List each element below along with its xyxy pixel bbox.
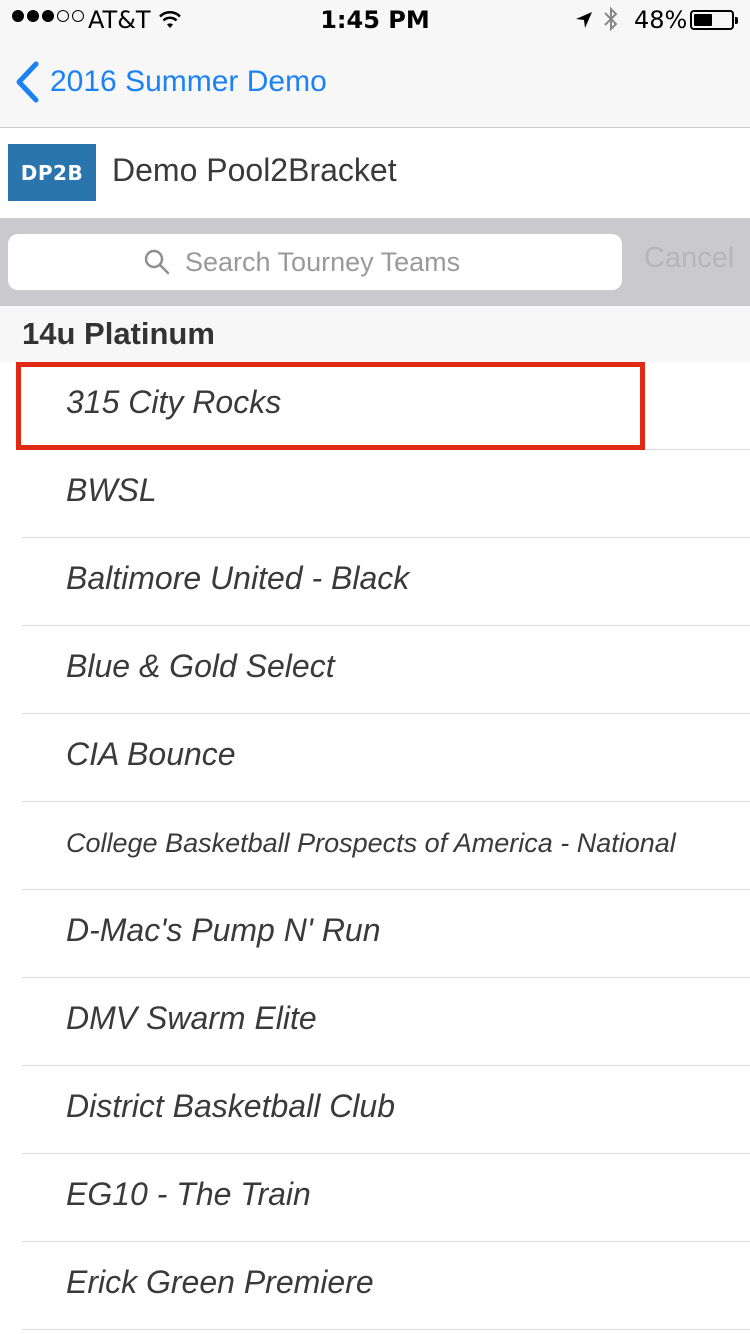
list-item[interactable]: Erick Green Premiere [0,1242,750,1330]
team-name: DMV Swarm Elite [66,1000,317,1036]
cancel-button[interactable]: Cancel [644,242,734,275]
app-title: Demo Pool2Bracket [112,152,397,188]
chevron-left-icon [16,61,39,103]
team-name: 315 City Rocks [66,384,282,420]
bluetooth-icon [603,5,619,39]
list-item[interactable]: District Basketball Club [0,1066,750,1154]
location-arrow-icon [574,8,594,36]
list-item[interactable]: Blue & Gold Select [0,626,750,714]
team-name: District Basketball Club [66,1088,395,1124]
team-name: CIA Bounce [66,736,236,772]
search-field[interactable] [8,234,622,290]
navigation-bar: 2016 Summer Demo [0,40,750,128]
list-item[interactable]: EG10 - The Train [0,1154,750,1242]
list-item[interactable]: DMV Swarm Elite [0,978,750,1066]
list-item[interactable]: CIA Bounce [0,714,750,802]
section-title: 14u Platinum [22,316,215,351]
team-name: BWSL [66,472,157,508]
search-input[interactable] [183,245,487,279]
team-name: Blue & Gold Select [66,648,335,684]
status-bar: AT&T 1:45 PM 48% [0,0,750,40]
team-list: 315 City Rocks BWSL Baltimore United - B… [0,362,750,1330]
team-name: Baltimore United - Black [66,560,410,596]
search-bar: Cancel [0,218,750,306]
list-item[interactable]: 315 City Rocks [0,362,750,450]
list-item[interactable]: D-Mac's Pump N' Run [0,890,750,978]
back-button[interactable]: 2016 Summer Demo [14,60,327,104]
app-logo: DP2B [8,144,96,201]
list-item[interactable]: BWSL [0,450,750,538]
team-name: College Basketball Prospects of America … [66,828,676,858]
team-name: Erick Green Premiere [66,1264,374,1300]
team-name: D-Mac's Pump N' Run [66,912,381,948]
search-icon [144,249,170,275]
team-name: EG10 - The Train [66,1176,311,1212]
section-header: 14u Platinum [0,306,750,362]
battery-icon [690,10,738,30]
list-item[interactable]: Baltimore United - Black [0,538,750,626]
list-item[interactable]: College Basketball Prospects of America … [0,802,750,890]
app-header: DP2B Demo Pool2Bracket [0,128,750,218]
back-button-label: 2016 Summer Demo [50,65,327,98]
battery-percent: 48% [634,6,688,34]
